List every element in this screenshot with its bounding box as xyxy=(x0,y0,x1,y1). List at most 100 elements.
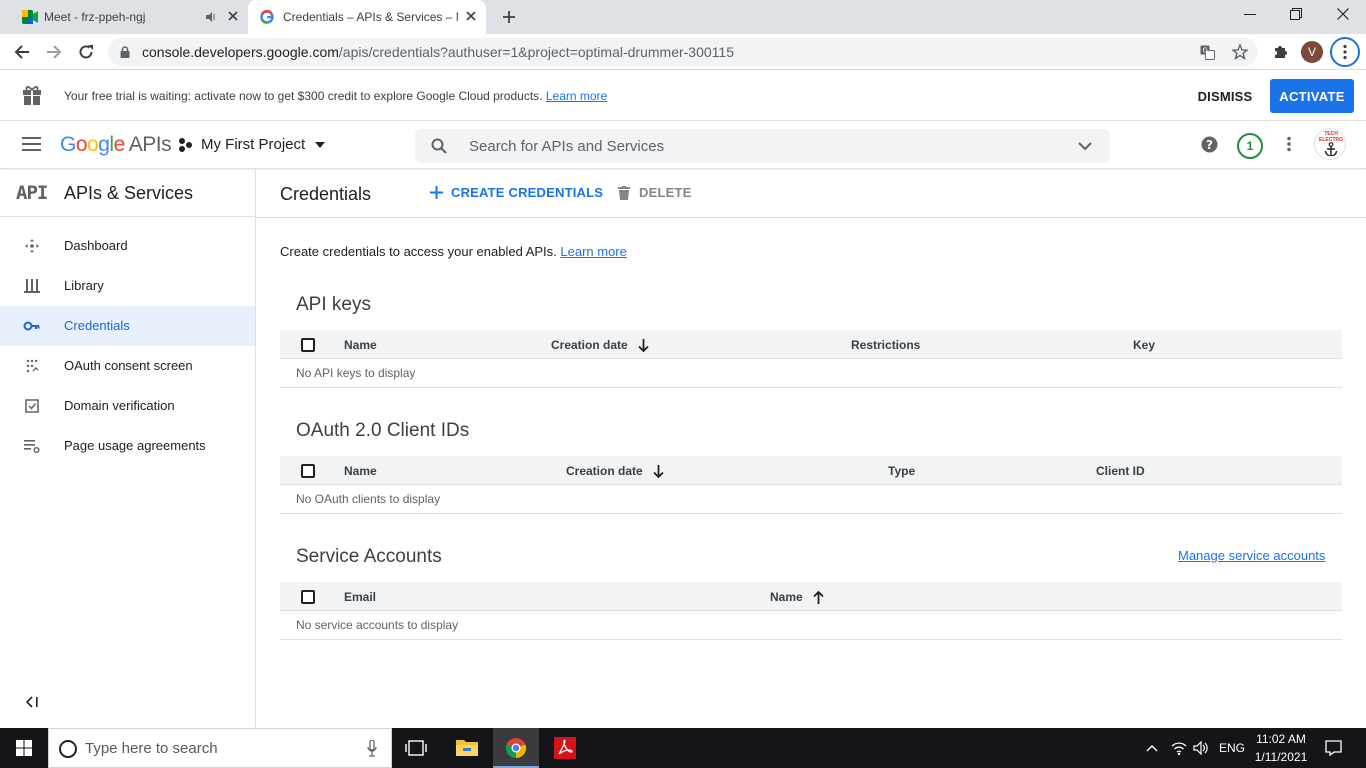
column-header-name[interactable]: Name xyxy=(344,338,377,352)
sidebar-item-label: Page usage agreements xyxy=(64,438,206,453)
intro-text-row: Create credentials to access your enable… xyxy=(280,244,627,259)
empty-message: No OAuth clients to display xyxy=(296,492,441,506)
project-selector[interactable]: My First Project xyxy=(178,136,326,153)
google-g-icon xyxy=(260,10,274,24)
column-header-email[interactable]: Email xyxy=(344,590,376,604)
browser-tab-credentials[interactable]: Credentials – APIs & Services – M xyxy=(248,0,486,34)
url-host: console.developers.google.com xyxy=(142,44,339,60)
nav-header: API APIs & Services xyxy=(0,170,255,217)
learn-more-link[interactable]: Learn more xyxy=(560,244,626,259)
browser-tab-bar: Meet - frz-ppeh-ngj Credentials – APIs &… xyxy=(0,0,1366,34)
sidebar-item-credentials[interactable]: Credentials xyxy=(0,306,255,346)
taskbar-chrome-active[interactable] xyxy=(493,728,539,768)
create-credentials-button[interactable]: CREATE CREDENTIALS xyxy=(430,185,603,200)
close-window-icon[interactable] xyxy=(1337,8,1349,20)
more-vert-icon[interactable] xyxy=(1287,136,1291,152)
sidebar-item-page-usage[interactable]: Page usage agreements xyxy=(0,426,255,466)
activate-button[interactable]: ACTIVATE xyxy=(1270,79,1354,113)
section-title-service-accounts: Service Accounts xyxy=(296,546,442,567)
help-icon[interactable]: ? xyxy=(1201,136,1218,153)
new-tab-icon[interactable] xyxy=(502,10,516,24)
clock-date[interactable]: 1/11/2021 xyxy=(1250,750,1312,764)
address-bar[interactable]: console.developers.google.com/apis/crede… xyxy=(108,38,1258,66)
account-avatar[interactable]: TECH ELECTRO xyxy=(1314,128,1346,160)
section-title-api-keys: API keys xyxy=(296,294,371,315)
column-label: Name xyxy=(344,464,377,478)
close-tab-icon[interactable] xyxy=(228,11,238,21)
reload-icon[interactable] xyxy=(78,44,94,60)
translate-icon[interactable]: G xyxy=(1200,45,1215,60)
column-header-client-id[interactable]: Client ID xyxy=(1096,464,1145,478)
search-bar[interactable]: Search for APIs and Services xyxy=(415,129,1110,163)
column-header-type[interactable]: Type xyxy=(888,464,915,478)
dismiss-button[interactable]: DISMISS xyxy=(1192,80,1258,112)
lock-icon[interactable] xyxy=(120,46,130,58)
speaker-icon[interactable] xyxy=(205,11,217,23)
tab-title: Credentials – APIs & Services – M xyxy=(283,10,458,24)
extensions-icon[interactable] xyxy=(1272,44,1288,60)
url-path: /apis/credentials?authuser=1&project=opt… xyxy=(338,44,734,60)
sidebar-item-domain-verification[interactable]: Domain verification xyxy=(0,386,255,426)
sidebar-item-oauth-consent[interactable]: OAuth consent screen xyxy=(0,346,255,386)
volume-icon[interactable] xyxy=(1193,741,1209,755)
delete-button[interactable]: DELETE xyxy=(618,185,691,200)
sidebar-item-label: OAuth consent screen xyxy=(64,358,193,373)
collapse-nav-icon[interactable] xyxy=(26,696,38,708)
svg-text:G: G xyxy=(1203,47,1208,55)
minimize-window-icon[interactable] xyxy=(1244,14,1256,16)
language-indicator[interactable]: ENG xyxy=(1219,741,1245,755)
api-logo-icon: API xyxy=(16,182,48,204)
column-header-creation-date[interactable]: Creation date xyxy=(551,338,649,352)
notifications-badge[interactable]: 1 xyxy=(1237,133,1263,159)
nav-title: APIs & Services xyxy=(64,183,194,203)
back-icon[interactable] xyxy=(14,44,30,60)
hamburger-menu-icon[interactable] xyxy=(22,137,41,151)
column-header-key[interactable]: Key xyxy=(1133,338,1155,352)
anchor-icon xyxy=(1324,142,1338,156)
profile-initial: V xyxy=(1307,45,1316,59)
sidebar-item-library[interactable]: Library xyxy=(0,266,255,306)
manage-service-accounts-link[interactable]: Manage service accounts xyxy=(1178,548,1325,563)
forward-icon[interactable] xyxy=(46,44,62,60)
banner-learn-more-link[interactable]: Learn more xyxy=(546,89,607,103)
logo-letter: o xyxy=(87,133,99,156)
column-header-restrictions[interactable]: Restrictions xyxy=(851,338,920,352)
search-circle-icon xyxy=(59,740,77,758)
project-name: My First Project xyxy=(201,136,306,153)
task-view-icon[interactable] xyxy=(405,739,427,757)
show-hidden-icons-icon[interactable] xyxy=(1146,744,1158,752)
column-label: Creation date xyxy=(566,464,643,478)
wifi-icon[interactable] xyxy=(1171,740,1187,756)
google-apis-logo[interactable]: Google APIs xyxy=(60,133,172,157)
restore-window-icon[interactable] xyxy=(1290,8,1302,20)
column-header-name[interactable]: Name xyxy=(770,590,824,604)
dropdown-arrow-icon xyxy=(315,141,326,148)
service-accounts-empty-row: No service accounts to display xyxy=(280,611,1342,640)
microphone-icon[interactable] xyxy=(367,740,377,757)
select-all-checkbox[interactable] xyxy=(301,590,315,604)
column-header-name[interactable]: Name xyxy=(344,464,377,478)
sidebar-item-dashboard[interactable]: Dashboard xyxy=(0,226,255,266)
logo-letter: g xyxy=(98,133,110,156)
profile-avatar[interactable]: V xyxy=(1301,41,1323,63)
browser-menu-button[interactable] xyxy=(1330,37,1360,67)
sidebar-item-label: Dashboard xyxy=(64,238,128,253)
bookmark-star-icon[interactable] xyxy=(1232,44,1248,60)
acrobat-icon[interactable] xyxy=(554,737,576,759)
search-icon xyxy=(431,138,447,154)
project-dots-icon xyxy=(179,137,192,152)
browser-tab-meet[interactable]: Meet - frz-ppeh-ngj xyxy=(8,0,248,34)
windows-start-icon[interactable] xyxy=(16,740,32,756)
close-tab-icon[interactable] xyxy=(466,11,476,21)
select-all-checkbox[interactable] xyxy=(301,338,315,352)
consent-icon xyxy=(26,359,39,373)
action-center-icon[interactable] xyxy=(1325,740,1342,756)
taskbar-search-box[interactable]: Type here to search xyxy=(48,728,392,768)
clock-time[interactable]: 11:02 AM xyxy=(1250,732,1312,746)
column-header-creation-date[interactable]: Creation date xyxy=(566,464,664,478)
chevron-down-icon[interactable] xyxy=(1078,142,1092,151)
file-explorer-icon[interactable] xyxy=(456,738,478,756)
page-title: Credentials xyxy=(280,184,372,204)
select-all-checkbox[interactable] xyxy=(301,464,315,478)
windows-taskbar: Type here to search ENG 11:02 AM 1/11/20… xyxy=(0,728,1366,768)
